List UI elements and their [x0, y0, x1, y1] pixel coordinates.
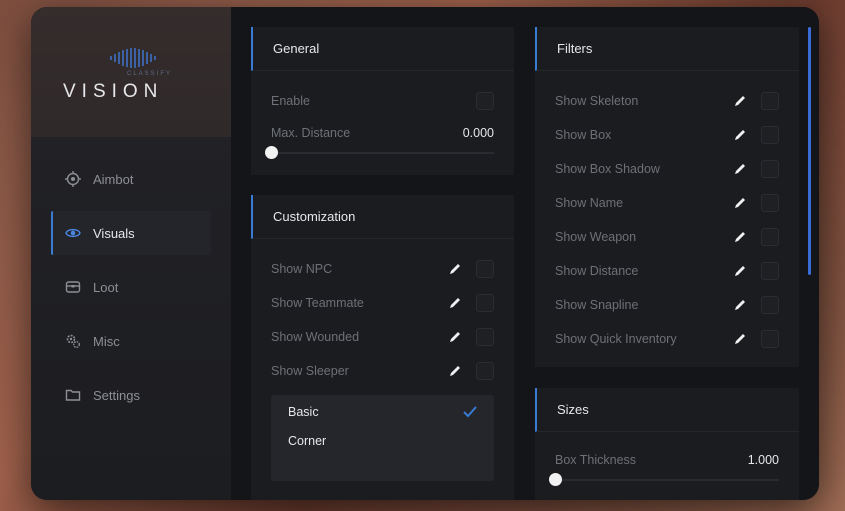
option-label: Show Wounded [271, 330, 360, 344]
list-item: Show Weapon [555, 227, 779, 247]
option-label: Show NPC [271, 262, 333, 276]
color-picker-icon[interactable] [733, 264, 747, 278]
box-icon [65, 281, 81, 293]
list-item: Show Name [555, 193, 779, 213]
list-item: Show Box [555, 125, 779, 145]
app-window: CLASSIFY VISION Aimbot Visuals Loot Misc [31, 7, 819, 500]
option-checkbox[interactable] [476, 294, 494, 312]
crosshair-icon [65, 171, 81, 187]
option-label: Basic [288, 405, 319, 419]
logo: CLASSIFY VISION [31, 7, 231, 137]
enable-label: Enable [271, 94, 310, 108]
color-picker-icon[interactable] [733, 94, 747, 108]
color-picker-icon[interactable] [733, 196, 747, 210]
box-thickness-slider[interactable] [549, 473, 779, 486]
option-label: Show Box [555, 128, 612, 142]
list-item: Show Snapline [555, 295, 779, 315]
sidebar-item-visuals[interactable]: Visuals [51, 211, 211, 255]
customization-panel: Customization Show NPC Show Teammate Sho… [251, 195, 514, 500]
dropdown-option-corner[interactable]: Corner [288, 431, 477, 451]
max-distance-value: 0.000 [462, 126, 494, 140]
panel-title: Filters [535, 27, 799, 71]
slider-handle[interactable] [265, 146, 278, 159]
list-item: Show Wounded [271, 327, 494, 347]
sidebar-item-aimbot[interactable]: Aimbot [51, 157, 211, 201]
logo-title: VISION [63, 81, 164, 102]
color-picker-icon[interactable] [448, 364, 462, 378]
color-picker-icon[interactable] [448, 296, 462, 310]
sidebar-item-label: Loot [93, 279, 119, 295]
option-label: Show Distance [555, 264, 639, 278]
eye-icon [65, 228, 81, 238]
list-item: Show Distance [555, 261, 779, 281]
color-picker-icon[interactable] [733, 230, 747, 244]
box-thickness-row: Box Thickness 1.000 [555, 450, 779, 470]
filters-panel: Filters Show Skeleton Show Box Show Box … [535, 27, 799, 367]
color-picker-icon[interactable] [448, 330, 462, 344]
enable-row: Enable [271, 91, 494, 111]
list-item: Show Quick Inventory [555, 329, 779, 349]
max-distance-row: Max. Distance 0.000 [271, 123, 494, 143]
box-style-dropdown[interactable]: Basic Corner [271, 395, 494, 481]
option-label: Show Weapon [555, 230, 637, 244]
color-picker-icon[interactable] [733, 332, 747, 346]
sizes-panel: Sizes Box Thickness 1.000 [535, 388, 799, 500]
sidebar-item-settings[interactable]: Settings [51, 373, 211, 417]
option-label: Show Teammate [271, 296, 364, 310]
max-distance-slider[interactable] [265, 146, 494, 159]
color-picker-icon[interactable] [733, 128, 747, 142]
scrollbar[interactable] [808, 27, 811, 275]
general-panel: General Enable Max. Distance 0.000 [251, 27, 514, 175]
gears-icon [66, 334, 80, 348]
slider-handle[interactable] [549, 473, 562, 486]
option-checkbox[interactable] [761, 296, 779, 314]
option-label: Show Quick Inventory [555, 332, 677, 346]
option-checkbox[interactable] [476, 362, 494, 380]
sidebar-item-label: Settings [93, 387, 140, 403]
sidebar-nav: Aimbot Visuals Loot Misc Settings [51, 157, 211, 427]
option-checkbox[interactable] [761, 228, 779, 246]
box-thickness-value: 1.000 [747, 453, 779, 467]
list-item: Show Teammate [271, 293, 494, 313]
dropdown-option-basic[interactable]: Basic [288, 402, 477, 422]
option-checkbox[interactable] [761, 330, 779, 348]
logo-subtitle: CLASSIFY [127, 71, 173, 77]
sidebar-item-label: Aimbot [93, 171, 134, 187]
list-item: Show Sleeper [271, 361, 494, 381]
folder-icon [65, 389, 81, 401]
panel-title: Customization [251, 195, 514, 239]
list-item: Show Skeleton [555, 91, 779, 111]
checkmark-icon [463, 406, 477, 418]
option-label: Show Box Shadow [555, 162, 660, 176]
panel-title: General [251, 27, 514, 71]
option-label: Corner [288, 434, 327, 448]
option-checkbox[interactable] [761, 194, 779, 212]
sidebar-item-misc[interactable]: Misc [51, 319, 211, 363]
option-checkbox[interactable] [761, 160, 779, 178]
max-distance-label: Max. Distance [271, 126, 351, 140]
color-picker-icon[interactable] [733, 298, 747, 312]
option-label: Show Name [555, 196, 624, 210]
panel-title: Sizes [535, 388, 799, 432]
option-checkbox[interactable] [761, 126, 779, 144]
color-picker-icon[interactable] [733, 162, 747, 176]
option-label: Show Sleeper [271, 364, 349, 378]
option-checkbox[interactable] [761, 92, 779, 110]
list-item: Show Box Shadow [555, 159, 779, 179]
sidebar-item-label: Misc [93, 333, 120, 349]
enable-checkbox[interactable] [476, 92, 494, 110]
sidebar: CLASSIFY VISION Aimbot Visuals Loot Misc [31, 7, 231, 500]
option-label: Show Snapline [555, 298, 639, 312]
option-checkbox[interactable] [761, 262, 779, 280]
sidebar-item-label: Visuals [93, 225, 135, 241]
color-picker-icon[interactable] [448, 262, 462, 276]
list-item: Show NPC [271, 259, 494, 279]
option-checkbox[interactable] [476, 328, 494, 346]
box-thickness-label: Box Thickness [555, 453, 637, 467]
logo-waves-icon [110, 48, 156, 68]
option-checkbox[interactable] [476, 260, 494, 278]
sidebar-item-loot[interactable]: Loot [51, 265, 211, 309]
option-label: Show Skeleton [555, 94, 639, 108]
content-area: General Enable Max. Distance 0.000 Custo… [231, 7, 819, 500]
